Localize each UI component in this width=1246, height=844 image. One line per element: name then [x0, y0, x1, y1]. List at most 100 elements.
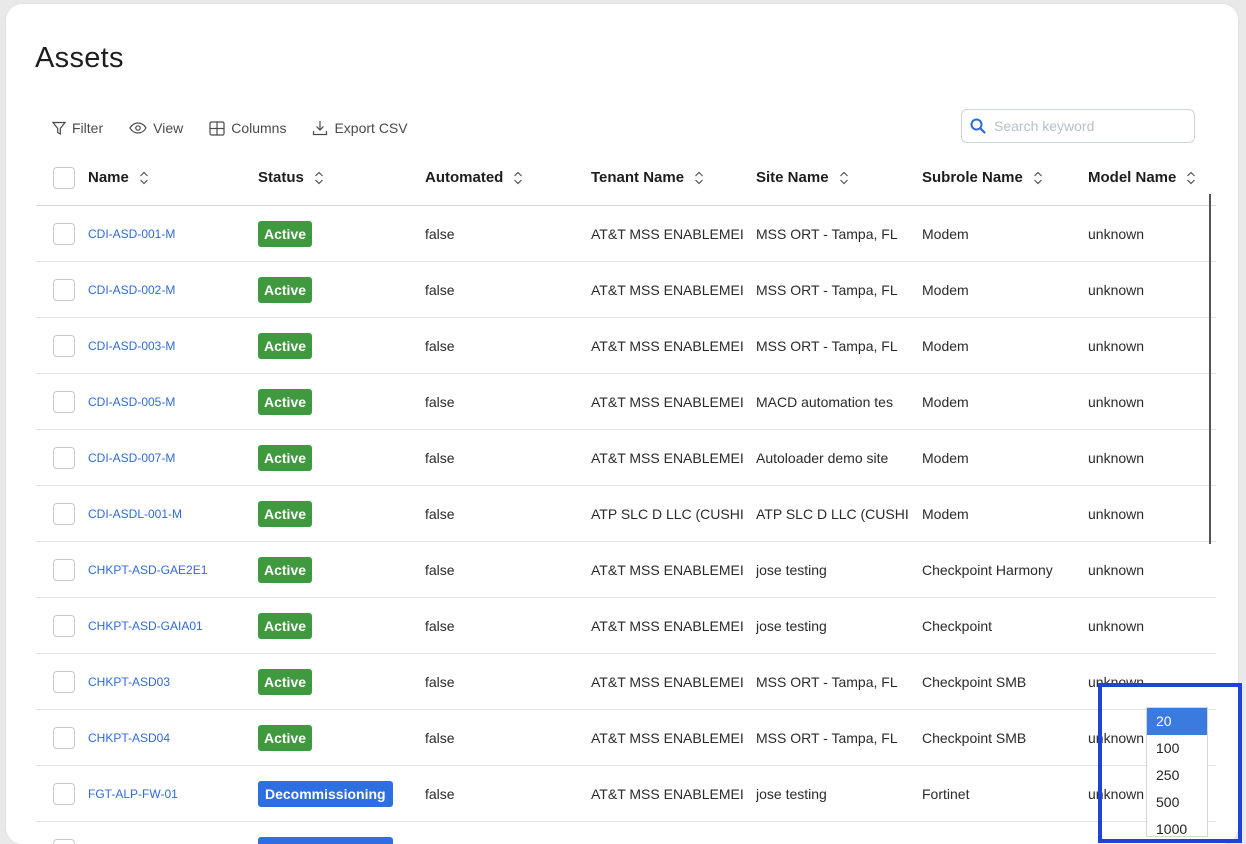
- site-name-value: ATP SLC D LLC (CUSHI: [756, 506, 909, 522]
- site-name-value: MSS ORT - Tampa, FL: [756, 674, 898, 690]
- model-name-value: unknown: [1088, 338, 1144, 354]
- tenant-name-value: AT&T MSS ENABLEMEI: [591, 674, 744, 690]
- row-checkbox[interactable]: [53, 503, 75, 525]
- column-header-status[interactable]: Status: [258, 150, 418, 205]
- status-badge: Active: [258, 389, 312, 415]
- filter-icon: [52, 121, 66, 136]
- sort-icon[interactable]: [513, 170, 523, 186]
- sort-icon[interactable]: [839, 170, 849, 186]
- model-name-value: unknown: [1088, 394, 1144, 410]
- column-header-name[interactable]: Name: [88, 150, 238, 205]
- row-checkbox[interactable]: [53, 391, 75, 413]
- status-badge: Active: [258, 221, 312, 247]
- table-row[interactable]: CDI-ASD-003-MActivefalseAT&T MSS ENABLEM…: [36, 318, 1216, 374]
- column-header-automated[interactable]: Automated: [425, 150, 585, 205]
- site-name-value: jose testing: [756, 786, 827, 802]
- row-checkbox[interactable]: [53, 223, 75, 245]
- table-row[interactable]: CDI-ASD-002-MActivefalseAT&T MSS ENABLEM…: [36, 262, 1216, 318]
- model-name-value: unknown: [1088, 618, 1144, 634]
- table-scrollbar[interactable]: [1209, 194, 1211, 544]
- search-box[interactable]: [961, 109, 1195, 143]
- asset-name-link[interactable]: CDI-ASD-003-M: [88, 339, 175, 353]
- asset-name-link[interactable]: CHKPT-ASD-GAIA01: [88, 619, 203, 633]
- table-row[interactable]: CHKPT-ASD03ActivefalseAT&T MSS ENABLEMEI…: [36, 654, 1216, 710]
- tenant-name-value: AT&T MSS ENABLEMEI: [591, 562, 744, 578]
- export-csv-label: Export CSV: [334, 120, 407, 136]
- tenant-name-value: AT&T MSS ENABLEMEI: [591, 226, 744, 242]
- sort-icon[interactable]: [1033, 170, 1043, 186]
- column-header-label: Subrole Name: [922, 169, 1023, 186]
- asset-name-link[interactable]: CDI-ASD-002-M: [88, 283, 175, 297]
- table-row[interactable]: CHKPT-ASD-GAIA01ActivefalseAT&T MSS ENAB…: [36, 598, 1216, 654]
- view-button[interactable]: View: [129, 120, 183, 136]
- search-icon: [970, 118, 986, 134]
- table-row[interactable]: Decommissioning: [36, 822, 1216, 844]
- table-row[interactable]: CHKPT-ASD-GAE2E1ActivefalseAT&T MSS ENAB…: [36, 542, 1216, 598]
- asset-name-link[interactable]: CHKPT-ASD03: [88, 675, 170, 689]
- sort-icon[interactable]: [694, 170, 704, 186]
- automated-value: false: [425, 338, 455, 354]
- subrole-name-value: Modem: [922, 394, 969, 410]
- table-row[interactable]: CDI-ASD-007-MActivefalseAT&T MSS ENABLEM…: [36, 430, 1216, 486]
- site-name-value: MACD automation tes: [756, 394, 893, 410]
- table-row[interactable]: CDI-ASDL-001-MActivefalseATP SLC D LLC (…: [36, 486, 1216, 542]
- sort-icon[interactable]: [139, 170, 149, 186]
- table-row[interactable]: FGT-ALP-FW-01DecommissioningfalseAT&T MS…: [36, 766, 1216, 822]
- page-size-option[interactable]: 20: [1147, 708, 1207, 735]
- table-row[interactable]: CHKPT-ASD04ActivefalseAT&T MSS ENABLEMEI…: [36, 710, 1216, 766]
- columns-button[interactable]: Columns: [209, 120, 286, 136]
- automated-value: false: [425, 562, 455, 578]
- asset-name-link[interactable]: CHKPT-ASD-GAE2E1: [88, 563, 207, 577]
- asset-name-link[interactable]: CDI-ASD-007-M: [88, 451, 175, 465]
- tenant-name-value: AT&T MSS ENABLEMEI: [591, 338, 744, 354]
- site-name-value: MSS ORT - Tampa, FL: [756, 226, 898, 242]
- page-size-option[interactable]: 250: [1147, 762, 1207, 789]
- download-icon: [312, 120, 328, 136]
- page-size-option[interactable]: 100: [1147, 735, 1207, 762]
- row-checkbox[interactable]: [53, 727, 75, 749]
- column-header-model-name[interactable]: Model Name: [1088, 150, 1218, 205]
- tenant-name-value: AT&T MSS ENABLEMEI: [591, 730, 744, 746]
- column-header-label: Name: [88, 169, 129, 186]
- asset-name-link[interactable]: CDI-ASD-001-M: [88, 227, 175, 241]
- model-name-value: unknown: [1088, 506, 1144, 522]
- row-checkbox[interactable]: [53, 839, 75, 844]
- status-badge: Decommissioning: [258, 781, 393, 807]
- column-header-site-name[interactable]: Site Name: [756, 150, 920, 205]
- subrole-name-value: Fortinet: [922, 786, 969, 802]
- model-name-value: unknown: [1088, 282, 1144, 298]
- column-header-label: Status: [258, 169, 304, 186]
- column-header-label: Model Name: [1088, 169, 1176, 186]
- site-name-value: Autoloader demo site: [756, 450, 888, 466]
- sort-icon[interactable]: [314, 170, 324, 186]
- asset-name-link[interactable]: FGT-ALP-FW-01: [88, 787, 178, 801]
- search-input[interactable]: [992, 117, 1186, 135]
- page-size-dropdown[interactable]: 20 100 250 500 1000: [1146, 707, 1208, 837]
- asset-name-link[interactable]: CDI-ASDL-001-M: [88, 507, 182, 521]
- tenant-name-value: AT&T MSS ENABLEMEI: [591, 450, 744, 466]
- select-all-checkbox[interactable]: [53, 167, 75, 189]
- row-checkbox[interactable]: [53, 615, 75, 637]
- row-checkbox[interactable]: [53, 335, 75, 357]
- site-name-value: MSS ORT - Tampa, FL: [756, 730, 898, 746]
- export-csv-button[interactable]: Export CSV: [312, 120, 407, 136]
- toolbar: Filter View Columns Export CSV: [52, 118, 434, 138]
- row-checkbox[interactable]: [53, 671, 75, 693]
- row-checkbox[interactable]: [53, 559, 75, 581]
- asset-name-link[interactable]: CDI-ASD-005-M: [88, 395, 175, 409]
- asset-name-link[interactable]: CHKPT-ASD04: [88, 731, 170, 745]
- status-badge: Active: [258, 501, 312, 527]
- page-size-option[interactable]: 500: [1147, 789, 1207, 816]
- filter-button[interactable]: Filter: [52, 120, 103, 136]
- subrole-name-value: Modem: [922, 338, 969, 354]
- table-row[interactable]: CDI-ASD-001-MActivefalseAT&T MSS ENABLEM…: [36, 206, 1216, 262]
- page-title: Assets: [35, 42, 124, 75]
- sort-icon[interactable]: [1186, 170, 1196, 186]
- tenant-name-value: AT&T MSS ENABLEMEI: [591, 618, 744, 634]
- row-checkbox[interactable]: [53, 783, 75, 805]
- row-checkbox[interactable]: [53, 279, 75, 301]
- table-row[interactable]: CDI-ASD-005-MActivefalseAT&T MSS ENABLEM…: [36, 374, 1216, 430]
- column-header-subrole-name[interactable]: Subrole Name: [922, 150, 1084, 205]
- column-header-tenant-name[interactable]: Tenant Name: [591, 150, 755, 205]
- row-checkbox[interactable]: [53, 447, 75, 469]
